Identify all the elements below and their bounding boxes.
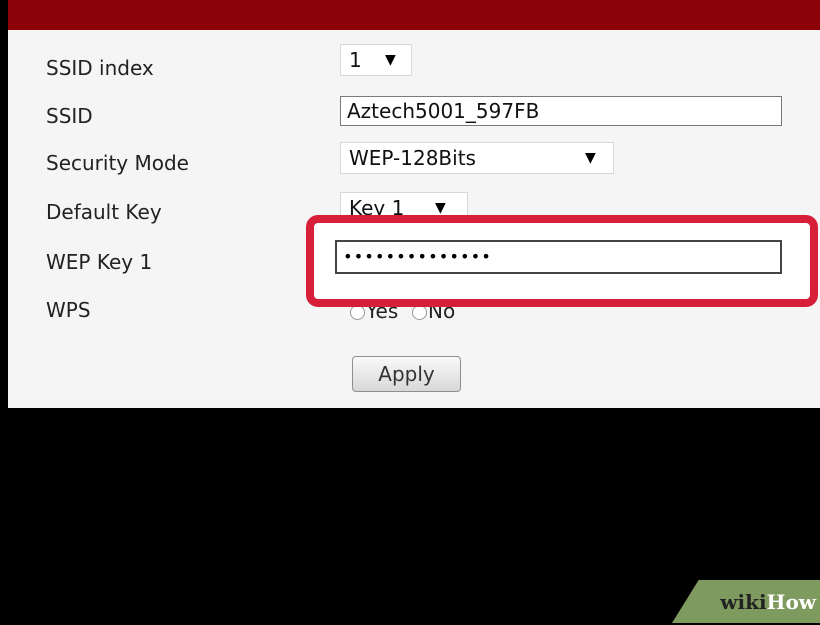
- ssid-label: SSID: [46, 104, 93, 128]
- security-mode-select[interactable]: WEP-128Bits ▼: [340, 142, 614, 174]
- default-key-label: Default Key: [46, 200, 162, 224]
- apply-button[interactable]: Apply: [352, 356, 461, 392]
- ssid-index-label: SSID index: [46, 56, 154, 80]
- header-bar: [8, 0, 820, 30]
- wps-label: WPS: [46, 298, 91, 322]
- wps-yes-radio[interactable]: [350, 305, 365, 320]
- ssid-input[interactable]: Aztech5001_597FB: [340, 96, 782, 126]
- ssid-index-value: 1: [349, 48, 362, 72]
- chevron-down-icon: ▼: [585, 150, 596, 166]
- wikihow-watermark: wikiHow: [672, 580, 820, 623]
- ssid-index-select[interactable]: 1 ▼: [340, 44, 412, 76]
- wps-no-radio[interactable]: [412, 305, 427, 320]
- wep-key-1-label: WEP Key 1: [46, 250, 153, 274]
- security-mode-value: WEP-128Bits: [349, 146, 476, 170]
- chevron-down-icon: ▼: [385, 52, 396, 68]
- security-mode-label: Security Mode: [46, 151, 189, 175]
- wep-key-1-input[interactable]: ••••••••••••••: [335, 240, 782, 274]
